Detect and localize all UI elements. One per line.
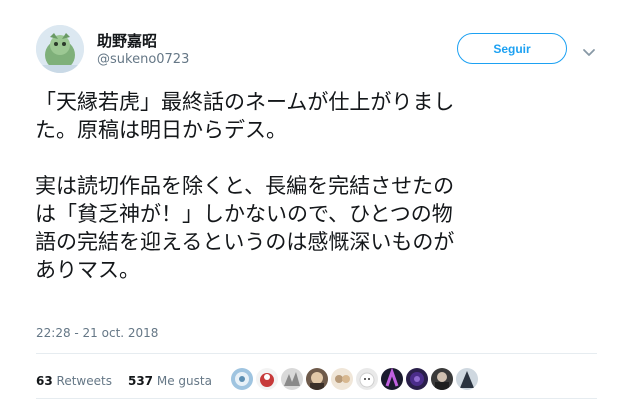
divider-bottom bbox=[36, 398, 597, 399]
retweets-stat[interactable]: 63 Retweets bbox=[36, 374, 112, 388]
author-display-name[interactable]: 助野嘉昭 bbox=[97, 30, 157, 51]
liker-avatar[interactable] bbox=[231, 368, 253, 390]
retweets-count: 63 bbox=[36, 374, 53, 388]
chevron-down-icon[interactable] bbox=[582, 43, 596, 56]
likes-stat[interactable]: 537 Me gusta bbox=[128, 374, 212, 388]
likes-label: Me gusta bbox=[156, 374, 212, 388]
author-handle[interactable]: @sukeno0723 bbox=[97, 52, 189, 67]
follow-button[interactable]: Seguir bbox=[457, 33, 567, 64]
author-avatar[interactable] bbox=[36, 25, 84, 73]
tweet-stats: 63 Retweets 537 Me gusta bbox=[36, 374, 212, 388]
liker-avatar[interactable] bbox=[306, 368, 328, 390]
liker-avatar[interactable] bbox=[406, 368, 428, 390]
liker-avatar[interactable] bbox=[281, 368, 303, 390]
liker-avatar[interactable] bbox=[356, 368, 378, 390]
liker-avatars bbox=[231, 368, 478, 390]
retweets-label: Retweets bbox=[56, 374, 112, 388]
liker-avatar[interactable] bbox=[381, 368, 403, 390]
liker-avatar[interactable] bbox=[256, 368, 278, 390]
tweet-text: 「天縁若虎」最終話のネームが仕上がりまし た。原稿は明日からデス。 実は読切作品… bbox=[35, 90, 455, 282]
likes-count: 537 bbox=[127, 374, 154, 388]
liker-avatar[interactable] bbox=[456, 368, 478, 390]
liker-avatar[interactable] bbox=[431, 368, 453, 390]
tweet-timestamp[interactable]: 22:28 - 21 oct. 2018 bbox=[36, 326, 158, 340]
liker-avatar[interactable] bbox=[331, 368, 353, 390]
divider-top bbox=[36, 353, 597, 354]
